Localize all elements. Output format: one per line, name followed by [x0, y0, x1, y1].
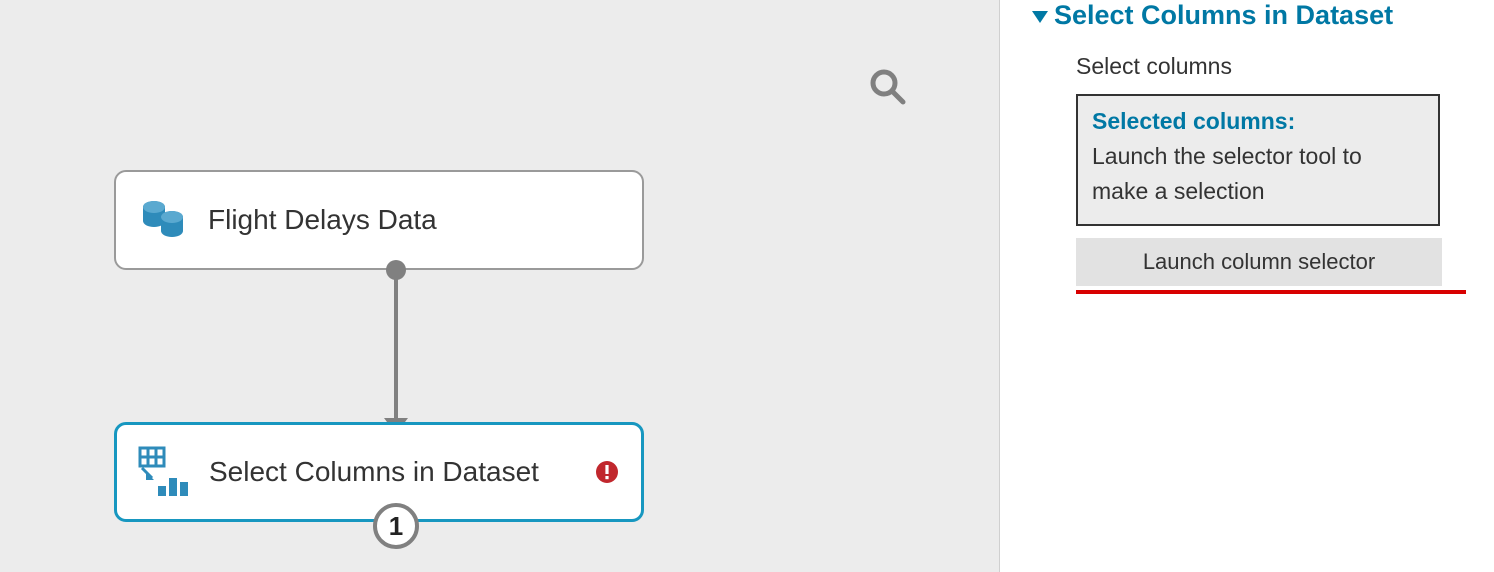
property-label: Select columns: [1076, 53, 1470, 80]
collapse-caret-icon: [1032, 11, 1048, 23]
selected-columns-box: Selected columns: Launch the selector to…: [1076, 94, 1440, 226]
panel-heading[interactable]: Select Columns in Dataset: [1034, 0, 1470, 31]
dataset-icon: [136, 193, 190, 247]
panel-heading-text: Select Columns in Dataset: [1054, 0, 1393, 31]
node-select-columns[interactable]: Select Columns in Dataset: [114, 422, 644, 522]
input-port-1[interactable]: 1: [373, 503, 419, 549]
selected-columns-hint: Launch the selector tool to make a selec…: [1092, 139, 1424, 208]
experiment-canvas[interactable]: Flight Delays Data: [0, 0, 1000, 572]
connector-line: [394, 278, 398, 426]
output-port[interactable]: [386, 260, 406, 280]
select-columns-icon: [137, 445, 191, 499]
node-flight-delays-data[interactable]: Flight Delays Data: [114, 170, 644, 270]
launch-column-selector-button[interactable]: Launch column selector: [1076, 238, 1442, 286]
error-icon: [593, 458, 621, 486]
node-label: Select Columns in Dataset: [209, 456, 593, 488]
properties-panel: Select Columns in Dataset Select columns…: [1000, 0, 1494, 572]
search-icon[interactable]: [865, 64, 911, 110]
selected-columns-title: Selected columns:: [1092, 108, 1424, 135]
node-label: Flight Delays Data: [208, 204, 622, 236]
port-number: 1: [389, 511, 403, 542]
annotation-underline: [1076, 290, 1466, 294]
